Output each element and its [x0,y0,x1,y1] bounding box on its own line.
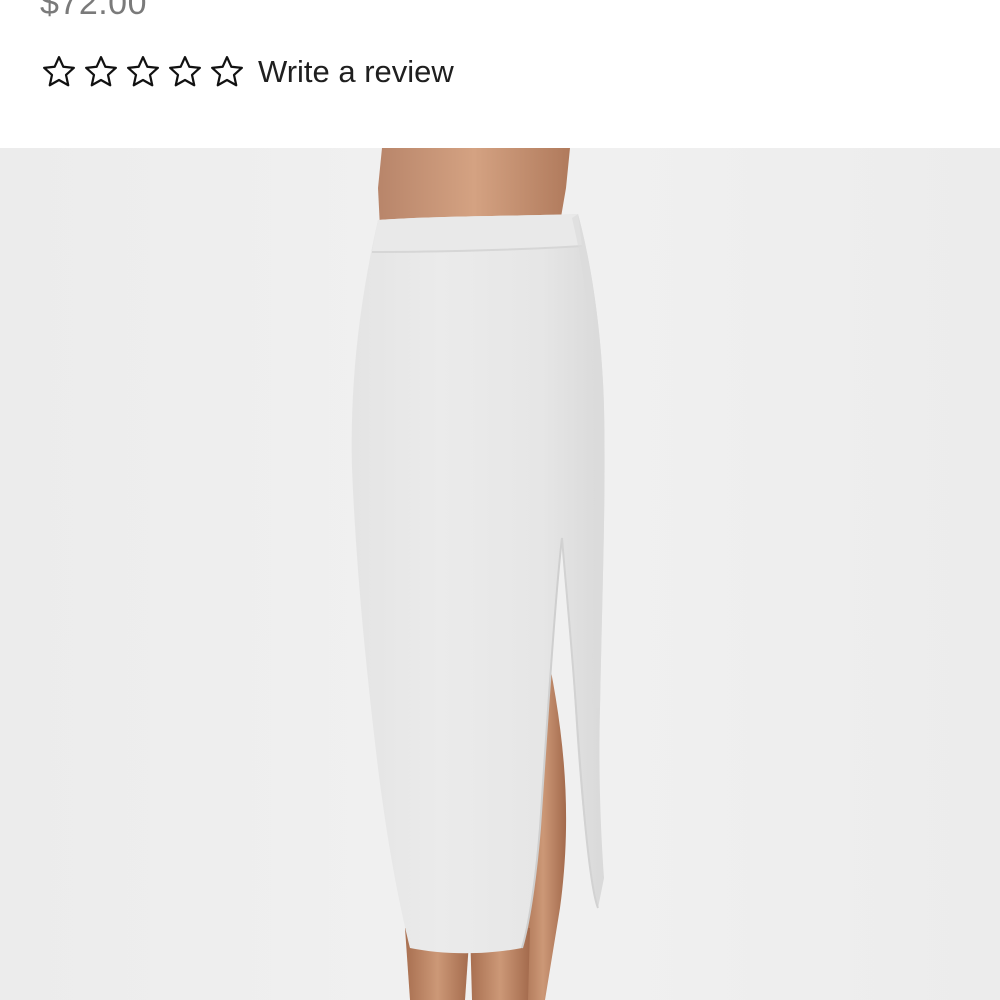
star-5-icon[interactable] [208,53,246,91]
rating-row: Write a review [40,52,454,92]
waistband [372,214,582,252]
star-3-icon[interactable] [124,53,162,91]
star-rating[interactable] [40,53,246,91]
star-2-icon[interactable] [82,53,120,91]
skirt-photo [0,148,1000,1000]
write-review-link[interactable]: Write a review [258,53,454,91]
product-page: $72.00 Write a review [0,0,1000,1000]
product-image[interactable] [0,148,1000,1000]
star-1-icon[interactable] [40,53,78,91]
star-4-icon[interactable] [166,53,204,91]
product-price: $72.00 [40,0,147,22]
